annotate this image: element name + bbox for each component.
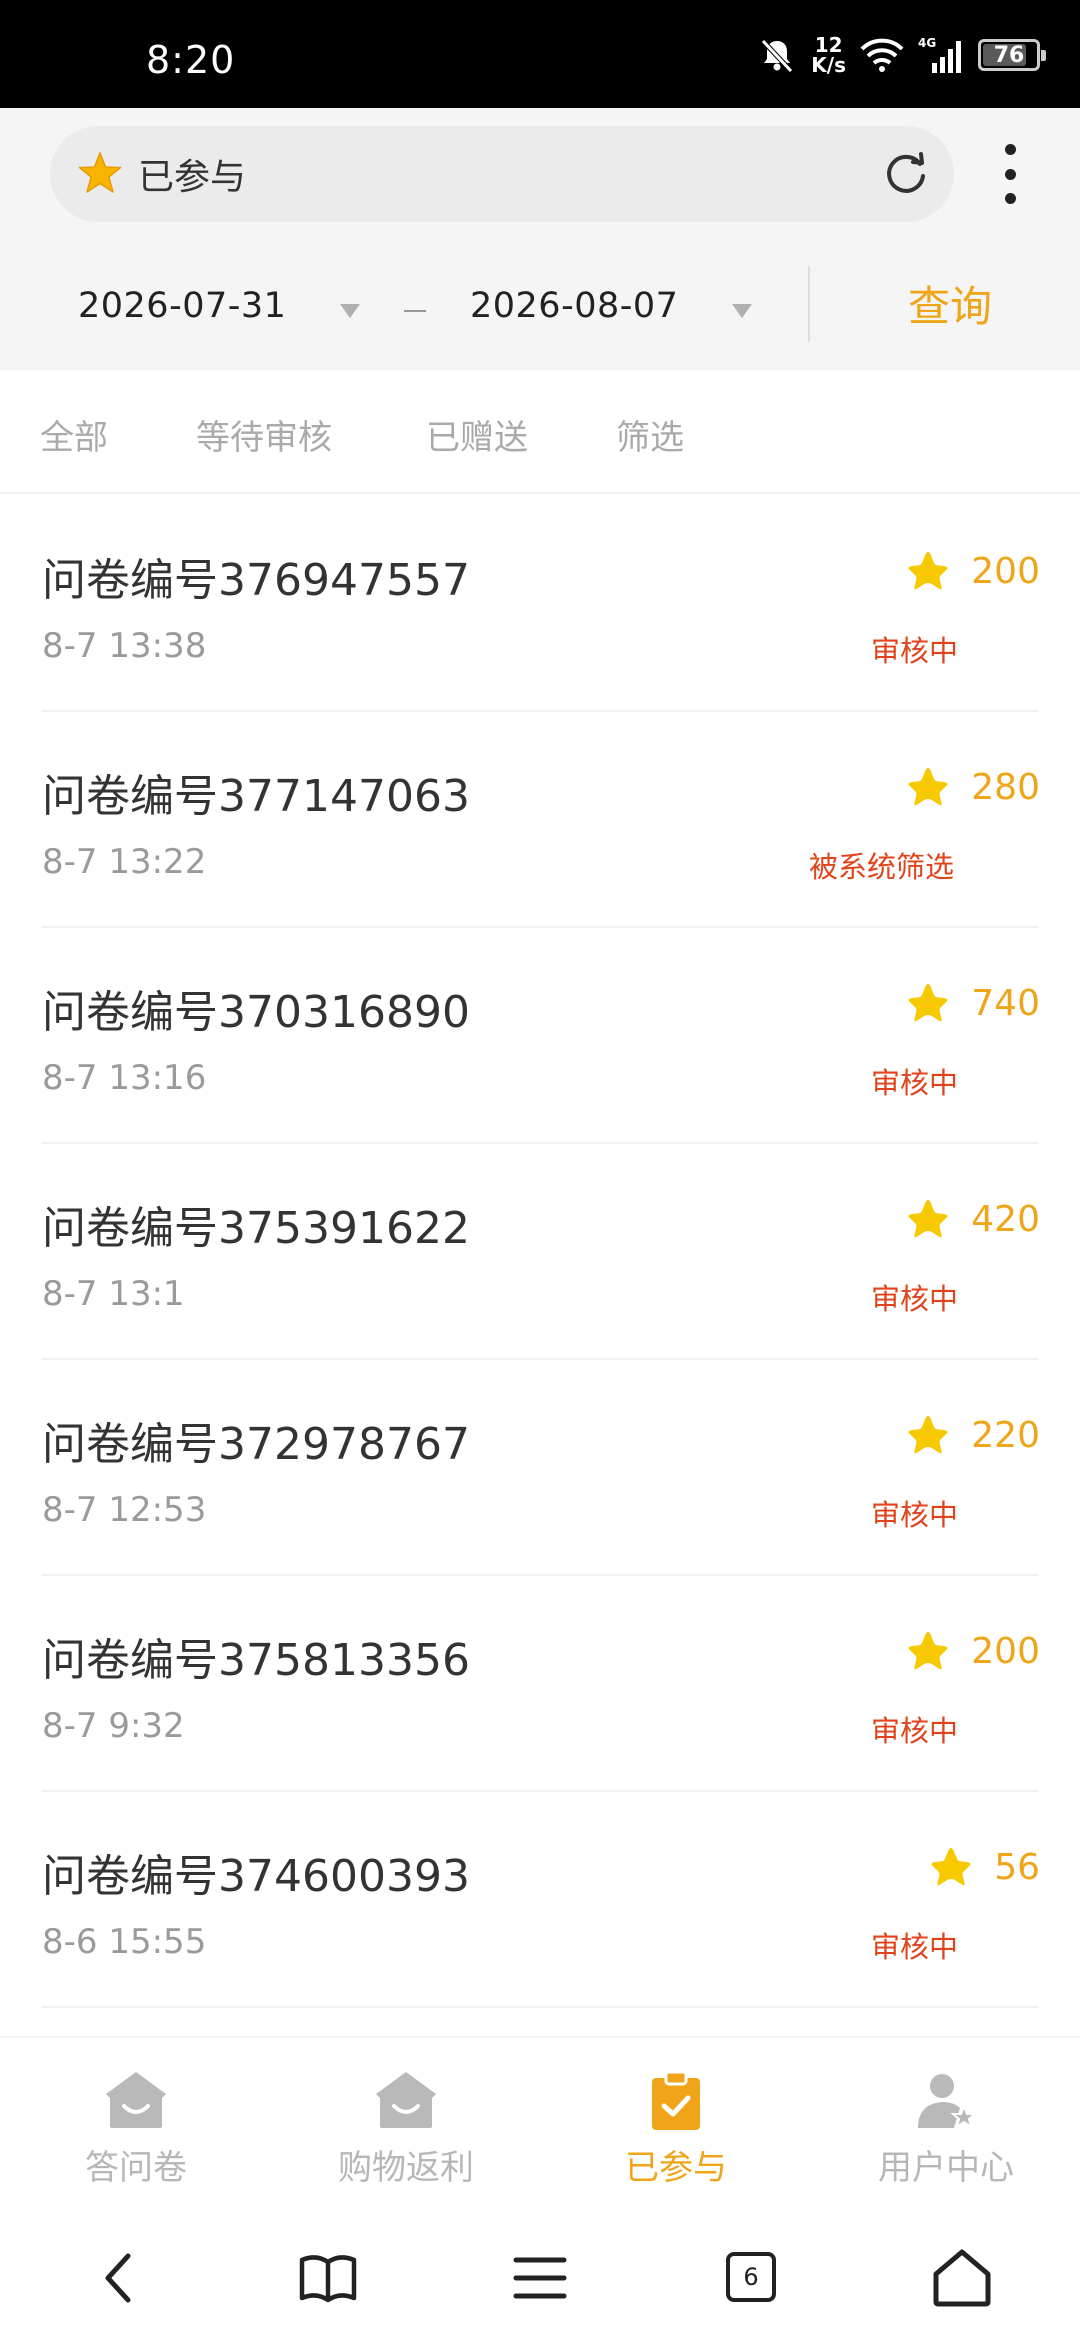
date-filter: 2026-07-31 2026-08-07 查询	[0, 266, 1080, 356]
start-date-select[interactable]: 2026-07-31	[78, 286, 286, 326]
more-vertical-icon[interactable]	[990, 144, 1030, 204]
house-smile-icon	[106, 2072, 166, 2128]
survey-time: 8-7 13:22	[42, 842, 207, 882]
list-item[interactable]: 问卷编号376947557 8-7 13:38 200 审核中	[0, 496, 1080, 712]
mute-notification-icon	[761, 39, 794, 73]
title-bar[interactable]: 已参与	[50, 126, 954, 222]
nav-user-center[interactable]: 用户中心	[846, 2068, 1046, 2198]
top-header: 已参与 2026-07-31 2026-08-07 查询	[0, 108, 1080, 370]
list-item[interactable]: 问卷编号374600393 8-6 15:55 56 审核中	[0, 1792, 1080, 2008]
tab-count: 6	[726, 2252, 776, 2302]
nav-answer-survey[interactable]: 答问卷	[36, 2068, 236, 2198]
star-icon	[908, 983, 948, 1022]
survey-title: 问卷编号375813356	[42, 1635, 470, 1686]
star-icon	[931, 1847, 971, 1886]
status-badge: 审核中	[870, 1714, 958, 1748]
battery-indicator: 76	[978, 39, 1046, 71]
survey-title: 问卷编号372978767	[42, 1419, 470, 1470]
net-speed: 12 K/s	[811, 33, 846, 77]
wifi-icon	[860, 38, 904, 72]
list-item[interactable]: 问卷编号375813356 8-7 9:32 200 审核中	[0, 1576, 1080, 1792]
survey-time: 8-7 13:1	[42, 1274, 185, 1314]
star-icon	[78, 152, 122, 193]
survey-time: 8-7 9:32	[42, 1706, 185, 1746]
tab-gifted[interactable]: 已赠送	[426, 410, 528, 459]
nav-label: 答问卷	[85, 2148, 187, 2188]
svg-text:4G: 4G	[918, 36, 936, 50]
survey-time: 8-7 13:16	[42, 1058, 207, 1098]
status-badge: 审核中	[870, 1282, 958, 1316]
star-icon	[908, 1199, 948, 1238]
star-icon	[908, 767, 948, 806]
points: 56	[928, 1844, 1040, 1890]
clipboard-check-icon	[652, 2070, 700, 2130]
tab-pending-review[interactable]: 等待审核	[196, 410, 332, 459]
back-icon[interactable]	[88, 2246, 152, 2310]
survey-title: 问卷编号377147063	[42, 771, 470, 822]
list-item[interactable]: 问卷编号370316890 8-7 13:16 740 审核中	[0, 928, 1080, 1144]
nav-label: 已参与	[625, 2148, 727, 2188]
status-time: 8:20	[146, 38, 236, 82]
divider	[42, 2006, 1038, 2008]
points: 280	[905, 764, 1040, 810]
survey-time: 8-7 13:38	[42, 626, 207, 666]
signal-icon: 4G	[918, 36, 961, 73]
status-bar: 8:20 12 K/s 4G 76	[0, 0, 1080, 108]
survey-time: 8-6 15:55	[42, 1922, 207, 1962]
tab-all[interactable]: 全部	[40, 410, 108, 459]
list-item[interactable]: 问卷编号375391622 8-7 13:1 420 审核中	[0, 1144, 1080, 1360]
page-title: 已参与	[138, 157, 247, 198]
end-date-select[interactable]: 2026-08-07	[470, 286, 678, 326]
list-item[interactable]: 问卷编号372978767 8-7 12:53 220 审核中	[0, 1360, 1080, 1576]
star-icon	[908, 1631, 948, 1670]
status-icons: 12 K/s 4G 76	[757, 30, 1046, 80]
chevron-down-icon[interactable]	[732, 304, 752, 318]
survey-title: 问卷编号374600393	[42, 1851, 470, 1902]
survey-title: 问卷编号376947557	[42, 555, 470, 606]
home-icon[interactable]	[930, 2246, 994, 2310]
list-item[interactable]: 问卷编号377147063 8-7 13:22 280 被系统筛选	[0, 712, 1080, 928]
nav-participated[interactable]: 已参与	[576, 2068, 776, 2198]
points: 420	[905, 1196, 1040, 1242]
status-badge: 被系统筛选	[808, 850, 954, 884]
points: 740	[905, 980, 1040, 1026]
book-icon[interactable]	[296, 2246, 360, 2310]
status-badge: 审核中	[870, 1930, 958, 1964]
status-badge: 审核中	[870, 1498, 958, 1532]
nav-shopping-rebate[interactable]: 购物返利	[306, 2068, 506, 2198]
points: 200	[905, 548, 1040, 594]
points: 200	[905, 1628, 1040, 1674]
tab-filtered[interactable]: 筛选	[616, 410, 684, 459]
user-star-icon	[918, 2074, 978, 2130]
survey-time: 8-7 12:53	[42, 1490, 207, 1530]
system-navigation: 6	[0, 2212, 1080, 2340]
nav-label: 用户中心	[878, 2148, 1014, 2188]
status-badge: 审核中	[870, 634, 958, 668]
date-separator	[404, 310, 426, 312]
menu-icon[interactable]	[508, 2246, 572, 2310]
divider	[808, 266, 810, 342]
query-button[interactable]: 查询	[870, 272, 1030, 342]
survey-title: 问卷编号370316890	[42, 987, 470, 1038]
tabs-button[interactable]: 6	[726, 2252, 790, 2316]
bottom-navigation: 答问卷 购物返利 已参与 用户中心	[0, 2036, 1080, 2212]
points: 220	[905, 1412, 1040, 1458]
refresh-icon[interactable]	[880, 148, 932, 200]
chevron-down-icon[interactable]	[340, 304, 360, 318]
star-icon	[908, 1415, 948, 1454]
nav-label: 购物返利	[338, 2148, 474, 2188]
status-badge: 审核中	[870, 1066, 958, 1100]
filter-tabs: 全部 等待审核 已赠送 筛选	[0, 370, 1080, 494]
house-smile-icon	[376, 2072, 436, 2128]
survey-title: 问卷编号375391622	[42, 1203, 470, 1254]
star-icon	[908, 551, 948, 590]
